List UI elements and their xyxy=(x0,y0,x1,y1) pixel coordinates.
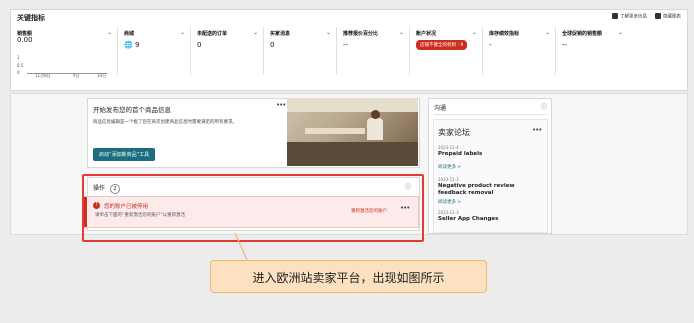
learn-more-link[interactable]: 了解更多信息 xyxy=(612,13,647,20)
metric-label: 库存绩效指标 xyxy=(489,31,520,37)
y-tick: 0 xyxy=(17,70,20,75)
forum-post-title[interactable]: Seller App Changes xyxy=(438,216,498,222)
metric-label: 账户状况 xyxy=(416,31,437,37)
key-metrics-panel: 关键指标 了解更多信息 隐藏图表 销售额 ⌄ 0.00 1 0.5 0 11月8… xyxy=(10,9,688,91)
help-icon[interactable]: ⓘ xyxy=(541,102,547,111)
metric-inventory-performance[interactable]: 库存绩效指标 ⌄ - xyxy=(485,27,556,75)
account-health-badge[interactable]: 店铺不健全的机制 : 9 xyxy=(416,40,468,50)
metric-buyer-messages[interactable]: 买家消息 ⌄ 0 xyxy=(266,27,337,75)
chevron-down-icon[interactable]: ⌄ xyxy=(399,29,404,36)
key-metrics-title: 关键指标 xyxy=(17,14,45,22)
metric-value: 🌐 9 xyxy=(124,41,140,49)
photo-wall xyxy=(287,98,418,112)
annotation-callout: 进入欧洲站卖家平台，出现如图所示 xyxy=(210,260,487,293)
metric-value: -- xyxy=(343,41,349,49)
metric-value: 0 xyxy=(270,41,275,49)
forum-read-more-link[interactable]: 阅读更多 > xyxy=(438,164,461,170)
chevron-down-icon[interactable]: ⌄ xyxy=(107,29,112,36)
callout-text: 进入欧洲站卖家平台，出现如图所示 xyxy=(252,271,445,285)
metric-value: - xyxy=(489,41,492,49)
divider xyxy=(433,114,546,115)
more-options-icon[interactable]: ••• xyxy=(532,126,542,134)
forum-post-title[interactable]: Prepaid labels xyxy=(438,151,482,157)
chevron-down-icon[interactable]: ⌄ xyxy=(545,29,550,36)
chevron-down-icon[interactable]: ⌄ xyxy=(253,29,258,36)
chevron-down-icon[interactable]: ⌄ xyxy=(472,29,477,36)
sales-mini-chart: 1 0.5 0 11月8日 9日 14日 xyxy=(17,53,109,79)
chevron-down-icon[interactable]: ⌄ xyxy=(618,29,623,36)
forum-post-date: 2023-11-3 xyxy=(438,177,459,182)
metric-label: 全球促销的销售额 xyxy=(562,31,603,37)
forum-title: 卖家论坛 xyxy=(438,128,470,137)
metric-label: 推荐报价百分比 xyxy=(343,31,379,37)
forum-post-title[interactable]: Negative product review feedback removal xyxy=(438,183,543,197)
globe-icon: 🌐 xyxy=(124,41,133,49)
photo-table xyxy=(305,128,365,134)
forum-read-more-link[interactable]: 阅读更多 > xyxy=(438,199,461,205)
communication-header: 沟通 xyxy=(434,105,447,112)
y-tick: 0.5 xyxy=(17,63,24,68)
photo-person-head xyxy=(371,110,380,119)
metric-label: 未配送的订单 xyxy=(197,31,228,37)
photo-person xyxy=(367,118,383,140)
metric-label: 买家消息 xyxy=(270,31,291,37)
promo-description: 商品信息编辑是一个框了您在商次创建商品信息时需要满足的所有要求。 xyxy=(93,120,237,125)
forum-post-date: 2023-11-4 xyxy=(438,145,459,150)
panel-actions: 了解更多信息 隐藏图表 xyxy=(612,13,681,20)
callout-pointer xyxy=(234,232,248,261)
metric-account-health[interactable]: 账户状况 ⌄ 店铺不健全的机制 : 9 xyxy=(412,27,483,75)
metric-label: 商城 xyxy=(124,31,135,37)
metric-featured-offer[interactable]: 推荐报价百分比 ⌄ -- xyxy=(339,27,410,75)
seller-working-photo xyxy=(287,98,418,166)
photo-floor xyxy=(287,142,418,166)
more-options-icon[interactable]: ••• xyxy=(276,101,286,109)
chart-hide-icon xyxy=(655,13,661,19)
chevron-down-icon[interactable]: ⌄ xyxy=(326,29,331,36)
metric-marketplaces[interactable]: 商城 ⌄ 🌐 9 xyxy=(120,27,191,75)
metric-unshipped-orders[interactable]: 未配送的订单 ⌄ 0 xyxy=(193,27,264,75)
hide-chart-link[interactable]: 隐藏图表 xyxy=(655,13,681,20)
add-product-tool-button[interactable]: 启动“添加新商品”工具 xyxy=(93,148,156,161)
x-tick: 9日 xyxy=(73,73,80,78)
metric-global-promotions[interactable]: 全球促销的销售额 ⌄ -- xyxy=(558,27,628,75)
gift-icon xyxy=(612,13,618,19)
x-tick: 11月8日 xyxy=(35,73,51,78)
metric-sales[interactable]: 销售额 ⌄ 0.00 1 0.5 0 11月8日 9日 14日 xyxy=(13,27,118,78)
promo-title: 开始发布您的首个商品信息 xyxy=(93,106,171,114)
x-tick: 14日 xyxy=(97,73,107,78)
metric-value: 0.00 xyxy=(17,36,33,44)
metric-value: 0 xyxy=(197,41,202,49)
forum-post-date: 2023-11-3 xyxy=(438,210,459,215)
y-tick: 1 xyxy=(17,55,20,60)
metric-value: -- xyxy=(562,41,568,49)
chevron-down-icon[interactable]: ⌄ xyxy=(180,29,185,36)
